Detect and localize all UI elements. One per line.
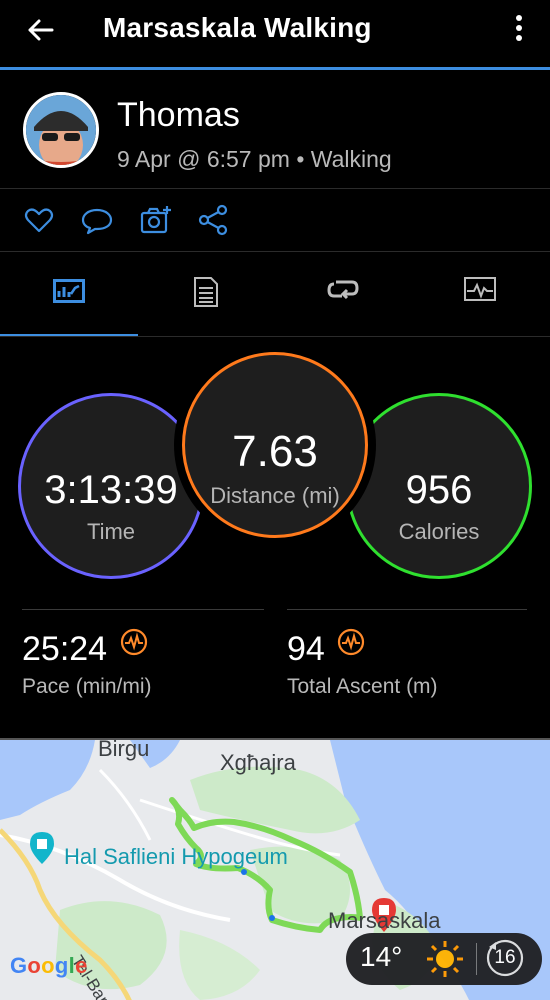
ascent-chart-icon[interactable]: [337, 628, 365, 656]
divider: [287, 609, 527, 610]
pace-chart-icon[interactable]: [120, 628, 148, 656]
wind-speed: 16: [494, 947, 516, 968]
weather-widget[interactable]: 14° 16: [346, 933, 542, 985]
tab-laps[interactable]: [274, 252, 411, 336]
time-label: Time: [86, 519, 136, 544]
heart-icon[interactable]: [22, 203, 56, 237]
temperature: 14°: [360, 941, 403, 972]
activity-owner: Thomas 9 Apr @ 6:57 pm • Walking: [0, 70, 550, 188]
divider: [0, 336, 550, 337]
map-label: Xgħajra: [220, 750, 296, 775]
distance-value: 7.63: [232, 427, 318, 476]
ascent-stat: 94 Total Ascent (m): [287, 628, 438, 699]
activity-datetime-type: 9 Apr @ 6:57 pm • Walking: [117, 146, 392, 172]
map-label: Hal Saflieni Hypogeum: [64, 844, 288, 869]
map-label: Marsaskala: [328, 908, 441, 933]
action-bar: [0, 189, 550, 251]
comment-icon[interactable]: [80, 203, 114, 237]
divider: [22, 609, 264, 610]
calories-label: Calories: [398, 519, 480, 544]
time-summary: 3:13:39 Time: [18, 393, 204, 579]
tab-details[interactable]: [137, 252, 274, 336]
share-icon[interactable]: [196, 203, 230, 237]
laps-loop-icon: [326, 280, 359, 300]
time-value: 3:13:39: [44, 468, 178, 512]
more-options-icon[interactable]: [504, 12, 534, 44]
tab-stats[interactable]: [0, 252, 137, 336]
google-attribution: Google: [10, 953, 88, 978]
pace-label: Pace (min/mi): [22, 675, 152, 698]
details-list-icon: [193, 277, 218, 307]
calories-value: 956: [405, 468, 473, 512]
pace-value: 25:24: [22, 630, 108, 668]
add-photo-icon[interactable]: [139, 203, 173, 237]
back-arrow-icon[interactable]: [22, 12, 58, 48]
distance-summary: 7.63 Distance (mi): [182, 352, 368, 538]
calories-summary: 956 Calories: [346, 393, 532, 579]
map-label: Birgu: [98, 738, 150, 761]
pace-stat: 25:24 Pace (min/mi): [22, 628, 152, 699]
divider: [476, 943, 477, 975]
app-bar: Marsaskala Walking: [0, 0, 550, 68]
ascent-value: 94: [287, 630, 325, 668]
tab-graphs[interactable]: [411, 252, 548, 336]
avatar[interactable]: [23, 92, 99, 168]
distance-label: Distance (mi): [210, 483, 340, 508]
stats-chart-icon: [52, 279, 85, 303]
ascent-label: Total Ascent (m): [287, 675, 438, 698]
user-name[interactable]: Thomas: [117, 96, 240, 135]
sun-icon: [427, 941, 463, 977]
page-title: Marsaskala Walking: [103, 12, 372, 43]
graph-monitor-icon: [463, 277, 496, 301]
activity-tabs: [0, 252, 550, 336]
